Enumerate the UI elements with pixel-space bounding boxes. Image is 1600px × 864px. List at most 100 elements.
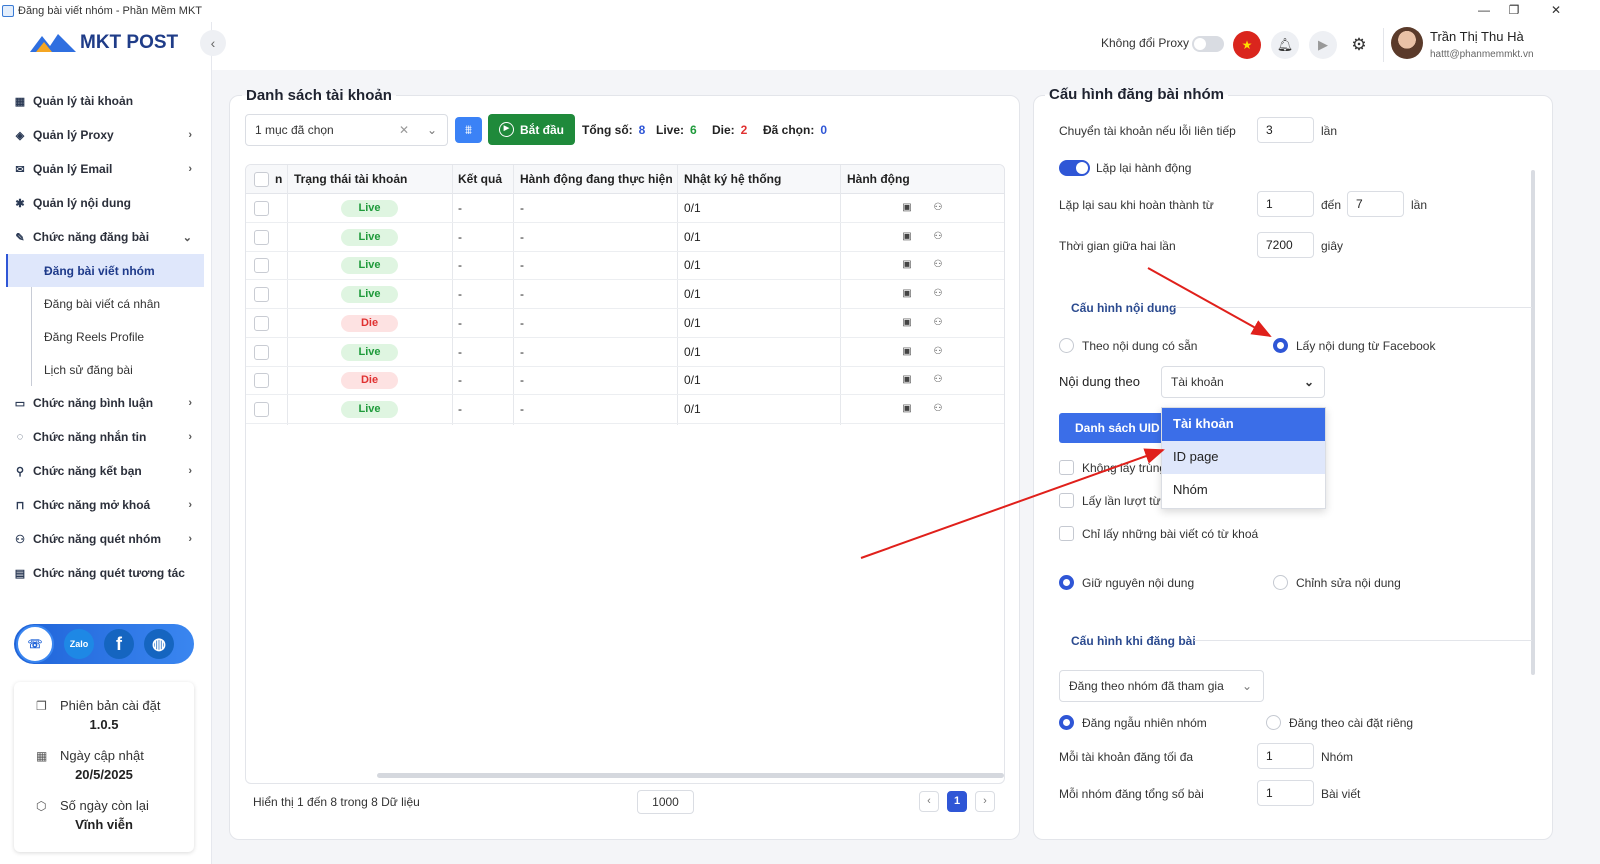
filter-button[interactable]: ⩩ — [455, 117, 482, 143]
sidebar-item-posting[interactable]: ✎ Chức năng đăng bài ⌄ — [0, 220, 212, 254]
radio-custom[interactable] — [1266, 715, 1281, 730]
row-checkbox[interactable] — [254, 229, 269, 245]
repeat-toggle[interactable] — [1059, 160, 1090, 176]
group-icon[interactable]: ⚇ — [932, 202, 944, 214]
post-icon[interactable]: ▣ — [901, 259, 913, 271]
row-checkbox[interactable] — [254, 344, 269, 360]
row-checkbox[interactable] — [254, 373, 269, 389]
radio-keep-content[interactable] — [1059, 575, 1074, 590]
row-checkbox[interactable] — [254, 401, 269, 417]
post-icon[interactable]: ▣ — [901, 317, 913, 329]
group-icon[interactable]: ⚇ — [932, 317, 944, 329]
group-icon[interactable]: ⚇ — [932, 374, 944, 386]
radio-available-content[interactable] — [1059, 338, 1074, 353]
play-icon[interactable]: ▶ — [1309, 31, 1337, 59]
radio-random-group[interactable] — [1059, 715, 1074, 730]
close-icon[interactable]: ✕ — [1534, 0, 1578, 20]
restore-icon[interactable]: ❐ — [1492, 0, 1536, 20]
sidebar-item-scan-group[interactable]: ⚇ Chức năng quét nhóm › — [0, 522, 212, 556]
post-icon[interactable]: ▣ — [901, 288, 913, 300]
page-1-button[interactable]: 1 — [947, 791, 967, 812]
post-icon[interactable]: ▣ — [901, 231, 913, 243]
post-icon[interactable]: ▣ — [901, 346, 913, 358]
row-checkbox[interactable] — [254, 201, 269, 216]
sidebar-item-proxy[interactable]: ◈ Quản lý Proxy › — [0, 118, 212, 152]
sidebar-item-email[interactable]: ✉ Quản lý Email › — [0, 152, 212, 186]
table-row[interactable]: Live - - 0/1 ▣ ⚇ — [246, 194, 1004, 223]
sidebar-item-scan-interaction[interactable]: ▤ Chức năng quét tương tác — [0, 556, 212, 590]
group-icon[interactable]: ⚇ — [932, 231, 944, 243]
radio-edit-content[interactable] — [1273, 575, 1288, 590]
col-result[interactable]: Kết quả — [458, 165, 502, 194]
col-log[interactable]: Nhật ký hệ thống — [684, 165, 781, 194]
sidebar-item-content[interactable]: ✱ Quản lý nội dung — [0, 186, 212, 220]
group-icon[interactable]: ⚇ — [932, 259, 944, 271]
vietnam-flag-icon[interactable]: ★ — [1233, 31, 1261, 59]
row-checkbox[interactable] — [254, 258, 269, 274]
select-all-checkbox[interactable] — [254, 172, 269, 187]
sidebar-item-friend[interactable]: ⚲ Chức năng kết bạn › — [0, 454, 212, 488]
sequential-checkbox[interactable] — [1059, 493, 1074, 508]
account-select[interactable]: 1 mục đã chọn ✕ ⌄ — [245, 114, 448, 146]
dropdown-option-group[interactable]: Nhóm — [1162, 474, 1325, 507]
vertical-scrollbar[interactable] — [1531, 170, 1535, 675]
table-row[interactable]: Live - - 0/1 ▣ ⚇ — [246, 280, 1004, 310]
sidebar-item-reels[interactable]: Đăng Reels Profile — [0, 320, 212, 353]
keyword-checkbox[interactable] — [1059, 526, 1074, 541]
post-icon[interactable]: ▣ — [901, 374, 913, 386]
switch-account-input[interactable]: 3 — [1257, 117, 1314, 143]
sidebar-item-history[interactable]: Lịch sử đăng bài — [0, 353, 212, 386]
repeat-label: Lặp lại hành động — [1096, 161, 1192, 175]
table-row[interactable]: Die - - 0/1 ▣ ⚇ — [246, 309, 1004, 338]
post-mode-select[interactable]: Đăng theo nhóm đã tham gia ⌄ — [1059, 670, 1264, 702]
horizontal-scrollbar[interactable] — [377, 773, 1004, 778]
post-icon[interactable]: ▣ — [901, 403, 913, 415]
collapse-sidebar-button[interactable]: ‹ — [200, 30, 226, 56]
clear-icon[interactable]: ✕ — [399, 123, 409, 137]
globe-icon[interactable]: ◍ — [144, 629, 174, 659]
gear-icon[interactable]: ⚙ — [1345, 31, 1373, 59]
group-icon[interactable]: ⚇ — [932, 403, 944, 415]
table-row[interactable]: Live - - 0/1 ▣ ⚇ — [246, 395, 1004, 424]
row-checkbox[interactable] — [254, 315, 269, 331]
group-icon[interactable]: ⚇ — [932, 288, 944, 300]
radio-facebook-content[interactable] — [1273, 338, 1288, 353]
sidebar-item-group-post[interactable]: Đăng bài viết nhóm — [6, 254, 204, 287]
chevron-right-icon: › — [188, 397, 192, 409]
zalo-icon[interactable]: Zalo — [64, 629, 94, 659]
prev-page-button[interactable]: ‹ — [919, 791, 939, 812]
interval-input[interactable]: 7200 — [1257, 232, 1314, 258]
sidebar-item-message[interactable]: ◌ Chức năng nhắn tin › — [0, 420, 212, 454]
page-size-input[interactable]: 1000 — [637, 790, 694, 814]
start-button[interactable]: ▶ Bắt đầu — [488, 114, 575, 145]
repeat-to-input[interactable]: 7 — [1347, 191, 1404, 217]
table-row[interactable]: Live - - 0/1 ▣ ⚇ — [246, 223, 1004, 252]
sidebar-item-accounts[interactable]: ▦ Quản lý tài khoản — [0, 84, 212, 118]
sidebar-item-unlock[interactable]: ⊓ Chức năng mở khoá › — [0, 488, 212, 522]
bell-icon[interactable]: 🔔︎ — [1271, 31, 1299, 59]
support-icon[interactable]: ☏ — [16, 625, 54, 663]
no-duplicate-checkbox[interactable] — [1059, 460, 1074, 475]
group-icon[interactable]: ⚇ — [932, 346, 944, 358]
repeat-from-input[interactable]: 1 — [1257, 191, 1314, 217]
row-checkbox[interactable] — [254, 287, 269, 303]
col-current-action[interactable]: Hành động đang thực hiện — [520, 165, 673, 194]
dropdown-option-account[interactable]: Tài khoản — [1162, 408, 1325, 441]
dropdown-option-page[interactable]: ID page — [1162, 441, 1325, 474]
sidebar-item-comment[interactable]: ▭ Chức năng bình luận › — [0, 386, 212, 420]
avatar[interactable] — [1391, 27, 1423, 59]
col-status[interactable]: Trạng thái tài khoản — [294, 165, 407, 194]
proxy-toggle[interactable] — [1192, 36, 1224, 52]
table-row[interactable]: Live - - 0/1 ▣ ⚇ — [246, 251, 1004, 281]
post-section-title: Cấu hình khi đăng bài — [1071, 634, 1196, 648]
next-page-button[interactable]: › — [975, 791, 995, 812]
uid-list-button[interactable]: Danh sách UID tài khoản — [1059, 413, 1169, 443]
max-post-input[interactable]: 1 — [1257, 743, 1314, 769]
table-row[interactable]: Live - - 0/1 ▣ ⚇ — [246, 338, 1004, 367]
facebook-icon[interactable]: f — [104, 629, 134, 659]
total-post-input[interactable]: 1 — [1257, 780, 1314, 806]
post-icon[interactable]: ▣ — [901, 202, 913, 214]
sidebar-item-personal-post[interactable]: Đăng bài viết cá nhân — [0, 287, 212, 320]
content-by-select[interactable]: Tài khoản ⌄ — [1161, 366, 1325, 398]
table-row[interactable]: Die - - 0/1 ▣ ⚇ — [246, 366, 1004, 396]
